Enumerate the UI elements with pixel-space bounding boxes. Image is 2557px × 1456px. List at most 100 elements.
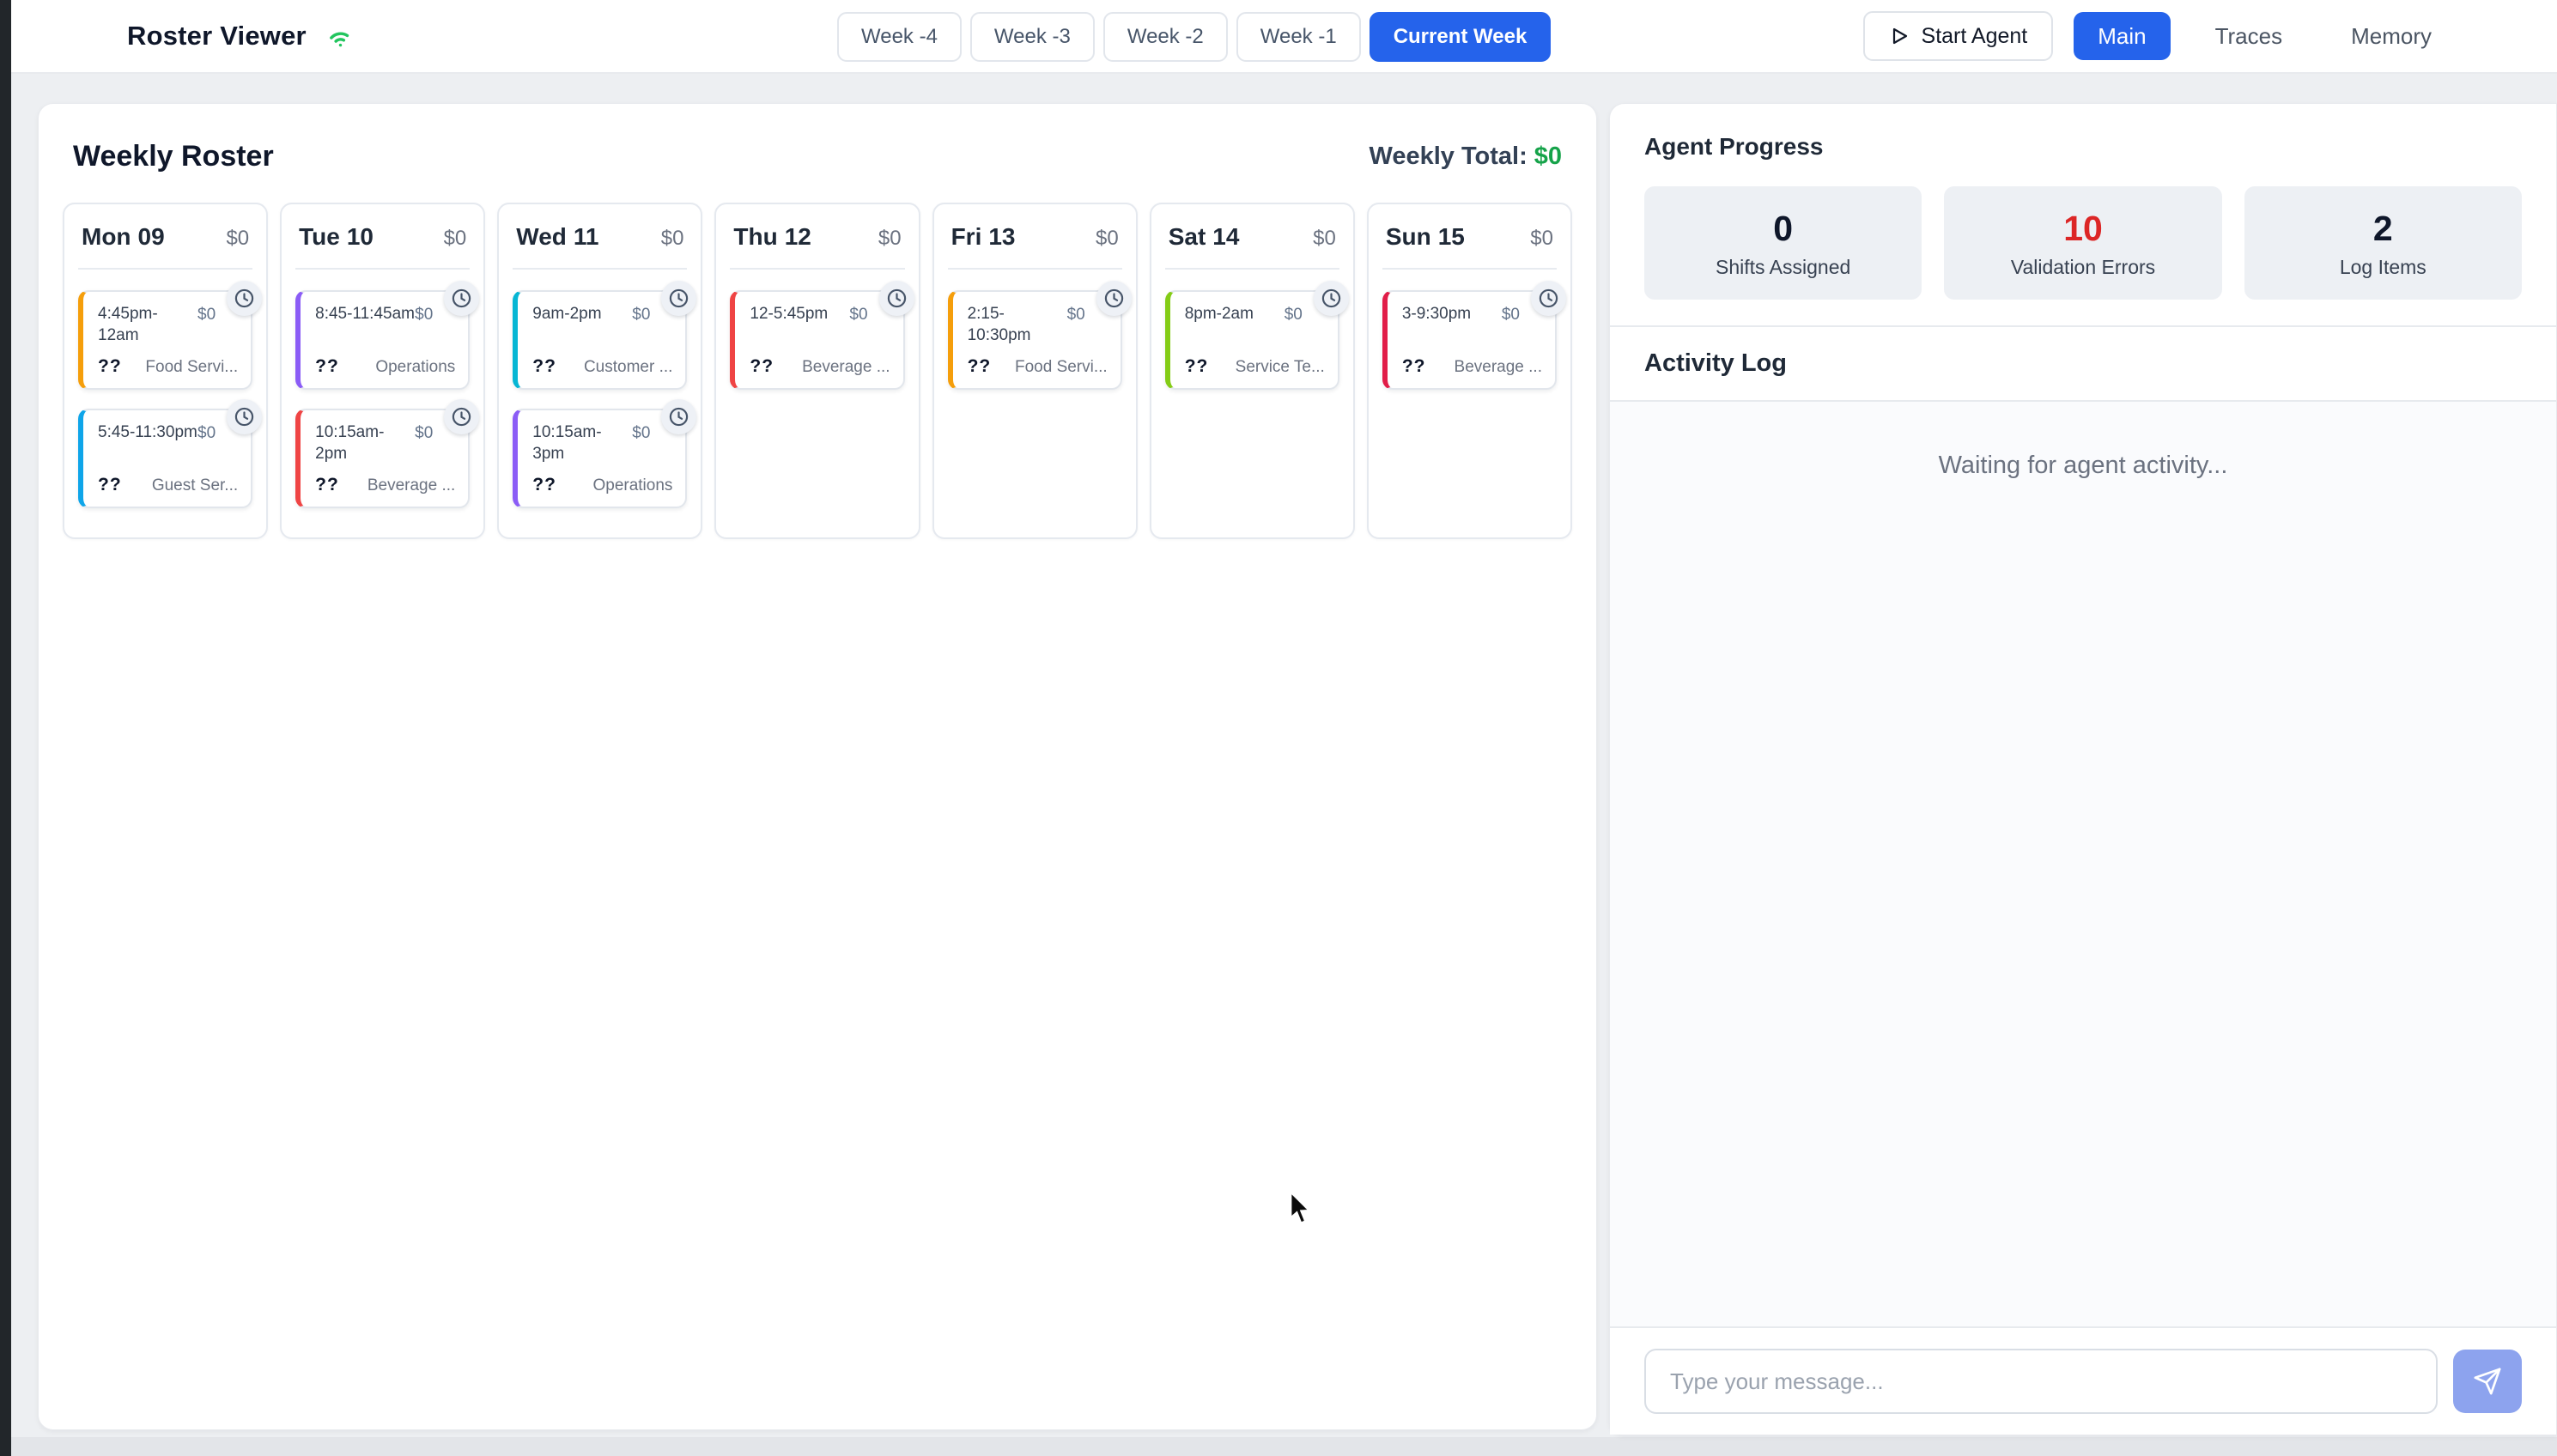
- clock-icon: [227, 399, 262, 434]
- activity-log-title: Activity Log: [1644, 349, 2522, 378]
- days-grid: Mon 09 $0 4:45pm-12am $0 ?? Food Servi...: [39, 203, 1596, 539]
- activity-empty-message: Waiting for agent activity...: [1610, 452, 2556, 480]
- week-minus3-button[interactable]: Week -3: [970, 12, 1095, 62]
- day-header: Sun15 $0: [1382, 223, 1557, 251]
- shift-card[interactable]: 4:45pm-12am $0 ?? Food Servi...: [78, 290, 252, 390]
- day-total: $0: [1530, 227, 1553, 251]
- week-minus1-button[interactable]: Week -1: [1236, 12, 1361, 62]
- shift-role: Food Servi...: [1015, 358, 1108, 377]
- activity-log-header: Activity Log: [1610, 327, 2556, 400]
- shift-time: 9am-2pm: [532, 303, 632, 325]
- chat-input-row: [1610, 1326, 2556, 1435]
- shift-card[interactable]: 3-9:30pm $0 ?? Beverage ...: [1382, 290, 1557, 390]
- shift-card[interactable]: 2:15-10:30pm $0 ?? Food Servi...: [948, 290, 1122, 390]
- day-shifts: 12-5:45pm $0 ?? Beverage ...: [730, 270, 904, 390]
- shift-assignee: ??: [532, 356, 556, 377]
- day-column: Wed11 $0 9am-2pm $0 ?? Customer ... 10:1…: [497, 203, 702, 539]
- day-date: 11: [574, 223, 599, 250]
- stat-shifts-assigned: 0 Shifts Assigned: [1644, 186, 1922, 300]
- shift-role: Operations: [375, 358, 455, 377]
- day-header: Mon09 $0: [78, 223, 252, 251]
- week-minus4-button[interactable]: Week -4: [837, 12, 962, 62]
- agent-panel: Agent Progress 0 Shifts Assigned 10 Vali…: [1609, 103, 2557, 1435]
- clock-icon: [661, 399, 696, 434]
- shift-role: Operations: [592, 476, 672, 495]
- week-nav: Week -4 Week -3 Week -2 Week -1 Current …: [837, 12, 1551, 62]
- roster-title: Weekly Roster: [73, 140, 274, 173]
- weekly-total-label: Weekly Total:: [1369, 143, 1527, 170]
- activity-log: Waiting for agent activity...: [1610, 400, 2556, 1326]
- day-header: Fri13 $0: [948, 223, 1122, 251]
- app-title: Roster Viewer: [127, 21, 307, 52]
- day-total: $0: [878, 227, 902, 251]
- day-shifts: 3-9:30pm $0 ?? Beverage ...: [1382, 270, 1557, 390]
- current-week-button[interactable]: Current Week: [1370, 12, 1552, 62]
- stats-row: 0 Shifts Assigned 10 Validation Errors 2…: [1644, 186, 2522, 300]
- shift-assignee: ??: [532, 475, 556, 495]
- day-date: 13: [988, 223, 1015, 250]
- play-icon: [1889, 25, 1910, 47]
- stat-log-items: 2 Log Items: [2244, 186, 2522, 300]
- top-bar: Roster Viewer Week -4 Week -3 Week -2 We…: [11, 0, 2557, 74]
- roster-header: Weekly Roster Weekly Total:$0: [39, 104, 1596, 203]
- day-total: $0: [1096, 227, 1119, 251]
- clock-icon: [444, 281, 479, 316]
- day-header: Tue10 $0: [295, 223, 470, 251]
- day-shifts: 8:45-11:45am $0 ?? Operations 10:15am-2p…: [295, 270, 470, 508]
- day-header: Wed11 $0: [513, 223, 687, 251]
- shift-assignee: ??: [98, 475, 122, 495]
- tab-memory[interactable]: Memory: [2327, 12, 2456, 60]
- day-name: Wed: [516, 223, 567, 250]
- weekly-total: Weekly Total:$0: [1369, 143, 1562, 171]
- shift-role: Customer ...: [584, 358, 672, 377]
- shift-assignee: ??: [315, 475, 339, 495]
- weekly-roster-panel: Weekly Roster Weekly Total:$0 Mon09 $0 4…: [38, 103, 1597, 1430]
- shift-assignee: ??: [750, 356, 774, 377]
- shift-role: Guest Ser...: [152, 476, 238, 495]
- shift-card[interactable]: 10:15am-2pm $0 ?? Beverage ...: [295, 409, 470, 508]
- day-name: Tue: [299, 223, 340, 250]
- day-column: Thu12 $0 12-5:45pm $0 ?? Beverage ...: [714, 203, 920, 539]
- shift-time: 2:15-10:30pm: [968, 303, 1067, 346]
- week-minus2-button[interactable]: Week -2: [1103, 12, 1228, 62]
- day-shifts: 2:15-10:30pm $0 ?? Food Servi...: [948, 270, 1122, 390]
- shift-time: 3-9:30pm: [1402, 303, 1502, 325]
- day-date: 14: [1212, 223, 1239, 250]
- shift-role: Service Te...: [1236, 358, 1325, 377]
- day-date: 09: [138, 223, 165, 250]
- clock-icon: [227, 281, 262, 316]
- day-shifts: 4:45pm-12am $0 ?? Food Servi... 5:45-11:…: [78, 270, 252, 508]
- shift-assignee: ??: [1402, 356, 1426, 377]
- day-name: Fri: [951, 223, 982, 250]
- shift-time: 8pm-2am: [1185, 303, 1285, 325]
- header-actions: Start Agent Main Traces Memory: [1863, 11, 2456, 61]
- shift-card[interactable]: 8pm-2am $0 ?? Service Te...: [1165, 290, 1339, 390]
- day-shifts: 8pm-2am $0 ?? Service Te...: [1165, 270, 1339, 390]
- shift-time: 8:45-11:45am: [315, 303, 415, 325]
- shift-card[interactable]: 12-5:45pm $0 ?? Beverage ...: [730, 290, 904, 390]
- day-column: Fri13 $0 2:15-10:30pm $0 ?? Food Servi..…: [932, 203, 1138, 539]
- shift-card[interactable]: 9am-2pm $0 ?? Customer ...: [513, 290, 687, 390]
- shift-card[interactable]: 10:15am-3pm $0 ?? Operations: [513, 409, 687, 508]
- message-input[interactable]: [1644, 1349, 2438, 1414]
- start-agent-label: Start Agent: [1922, 24, 2028, 49]
- shift-time: 5:45-11:30pm: [98, 422, 197, 443]
- clock-icon: [444, 399, 479, 434]
- shift-time: 4:45pm-12am: [98, 303, 197, 346]
- day-header: Thu12 $0: [730, 223, 904, 251]
- shift-time: 10:15am-3pm: [532, 422, 632, 464]
- shift-role: Food Servi...: [145, 358, 238, 377]
- shift-card[interactable]: 5:45-11:30pm $0 ?? Guest Ser...: [78, 409, 252, 508]
- tab-main[interactable]: Main: [2074, 12, 2170, 60]
- shift-role: Beverage ...: [367, 476, 455, 495]
- tab-traces[interactable]: Traces: [2191, 12, 2307, 60]
- agent-progress-section: Agent Progress 0 Shifts Assigned 10 Vali…: [1610, 104, 2556, 325]
- start-agent-button[interactable]: Start Agent: [1863, 11, 2054, 61]
- clock-icon: [661, 281, 696, 316]
- day-column: Sun15 $0 3-9:30pm $0 ?? Beverage ...: [1367, 203, 1572, 539]
- day-date: 10: [347, 223, 374, 250]
- day-name: Thu: [733, 223, 777, 250]
- day-name: Mon: [82, 223, 131, 250]
- shift-card[interactable]: 8:45-11:45am $0 ?? Operations: [295, 290, 470, 390]
- send-button[interactable]: [2453, 1350, 2522, 1413]
